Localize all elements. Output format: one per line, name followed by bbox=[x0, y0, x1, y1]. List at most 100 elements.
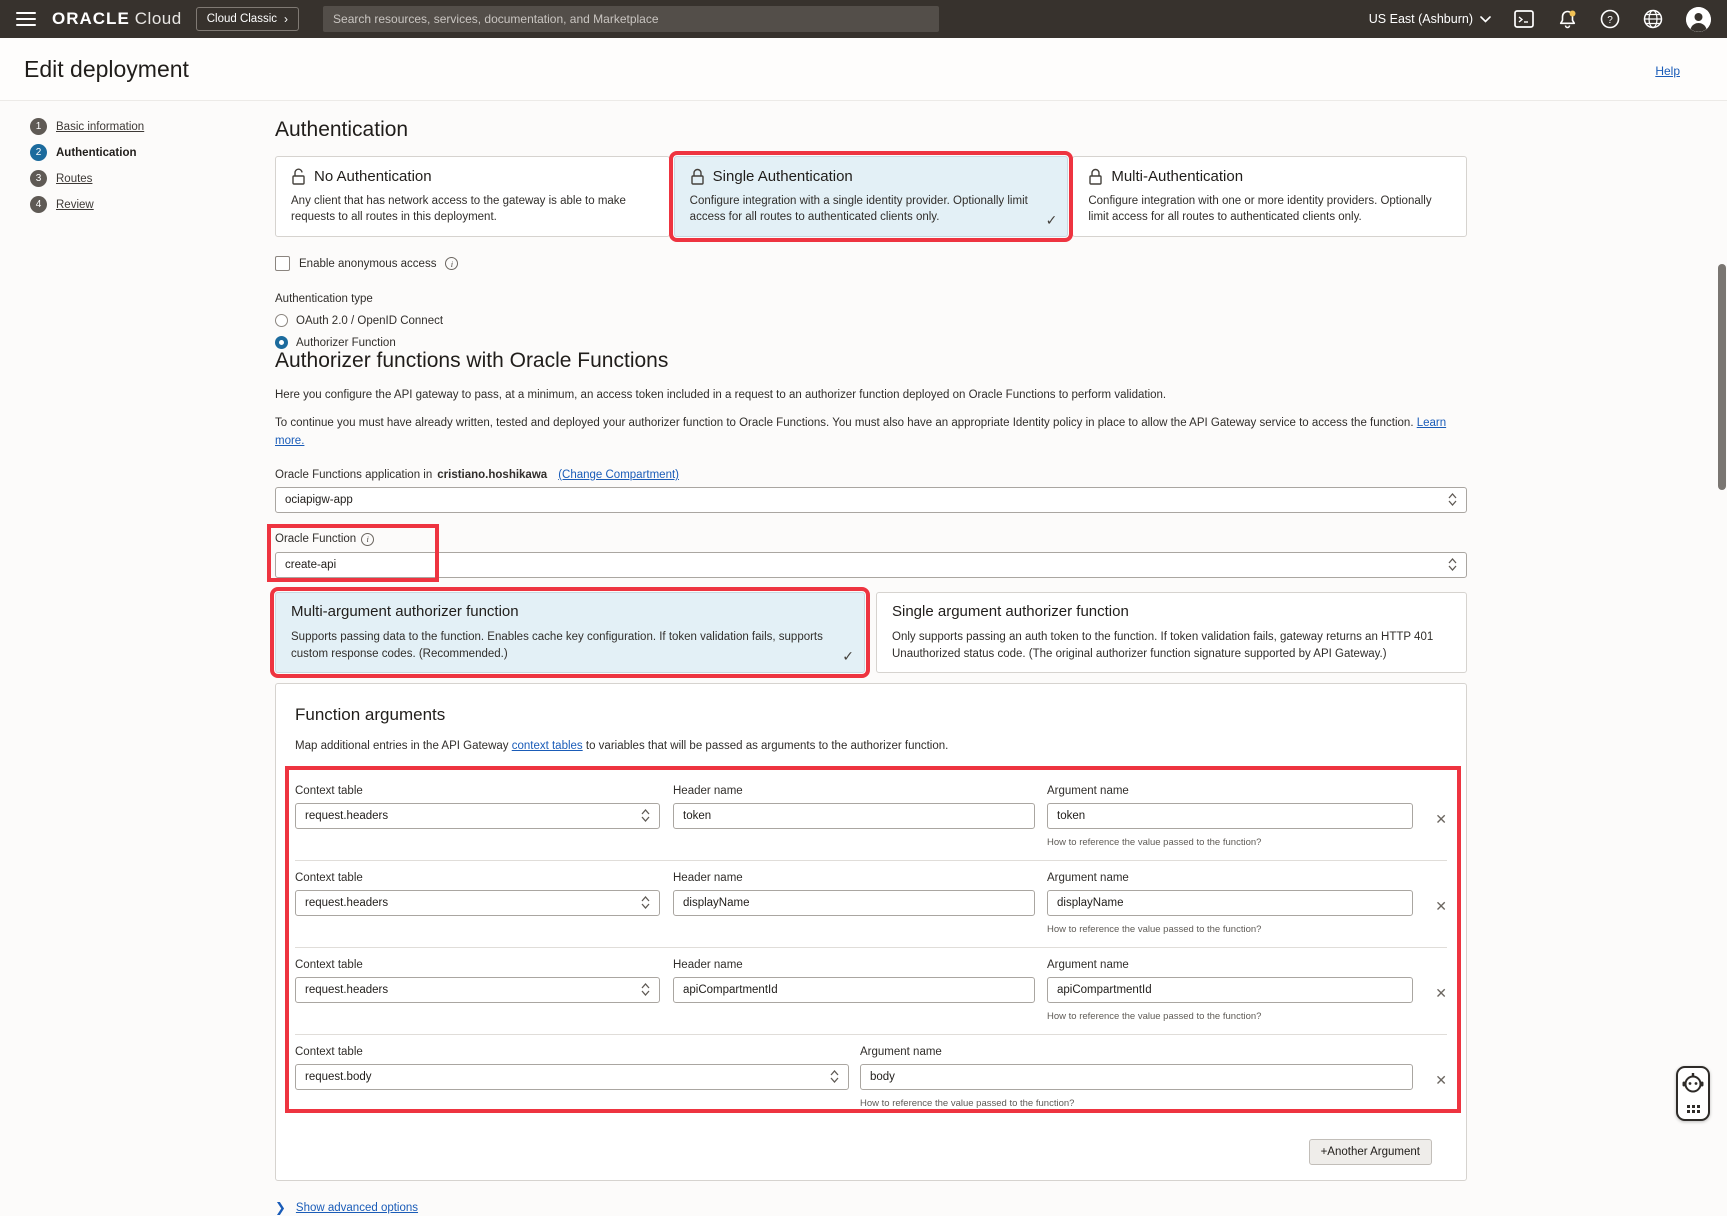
vertical-scrollbar[interactable] bbox=[1718, 264, 1726, 490]
argument-name-input[interactable] bbox=[1047, 890, 1413, 916]
context-table-select[interactable]: request.headers bbox=[295, 890, 660, 916]
step-review[interactable]: 4 Review bbox=[30, 196, 144, 213]
select-value: request.headers bbox=[305, 984, 641, 996]
show-advanced-options-link[interactable]: Show advanced options bbox=[296, 1202, 418, 1214]
context-table-label: Context table bbox=[295, 872, 660, 884]
card-title: Multi-argument authorizer function bbox=[291, 603, 849, 620]
context-table-label: Context table bbox=[295, 785, 660, 797]
user-avatar[interactable] bbox=[1686, 7, 1711, 32]
radio-selected-icon[interactable] bbox=[275, 336, 288, 349]
card-single-argument-authorizer[interactable]: Single argument authorizer function Only… bbox=[876, 592, 1467, 673]
step-number: 2 bbox=[30, 144, 47, 161]
select-stepper-icon bbox=[830, 1070, 839, 1083]
another-argument-button[interactable]: +Another Argument bbox=[1309, 1139, 1432, 1165]
radio-authorizer-function[interactable]: Authorizer Function bbox=[275, 336, 1467, 349]
remove-argument-icon[interactable]: ✕ bbox=[1435, 986, 1447, 1000]
authentication-type-label: Authentication type bbox=[275, 293, 1467, 305]
header-name-label: Header name bbox=[673, 785, 1035, 797]
step-number: 1 bbox=[30, 118, 47, 135]
context-table-select[interactable]: request.body bbox=[295, 1064, 849, 1090]
argument-helper-text: How to reference the value passed to the… bbox=[1047, 837, 1413, 848]
select-value: create-api bbox=[285, 559, 1448, 571]
cloud-shell-icon[interactable] bbox=[1514, 9, 1534, 29]
step-label[interactable]: Review bbox=[56, 199, 94, 211]
remove-argument-icon[interactable]: ✕ bbox=[1435, 1073, 1447, 1087]
oracle-function-label: Oracle Function i bbox=[275, 533, 1467, 546]
argument-name-label: Argument name bbox=[860, 1046, 1413, 1058]
info-icon[interactable]: i bbox=[445, 257, 458, 270]
card-multi-authentication[interactable]: Multi-Authentication Configure integrati… bbox=[1072, 156, 1467, 237]
argument-name-input[interactable] bbox=[1047, 803, 1413, 829]
robot-icon bbox=[1682, 1073, 1704, 1097]
argument-row: Context table request.body Argument name… bbox=[295, 1034, 1447, 1121]
context-table-select[interactable]: request.headers bbox=[295, 977, 660, 1003]
assistant-launcher-button[interactable] bbox=[1676, 1066, 1710, 1121]
lock-icon bbox=[1088, 168, 1103, 185]
remove-argument-icon[interactable]: ✕ bbox=[1435, 899, 1447, 913]
context-tables-link[interactable]: context tables bbox=[512, 740, 583, 752]
argument-name-input[interactable] bbox=[860, 1064, 1413, 1090]
search-input[interactable] bbox=[323, 6, 939, 32]
select-value: ociapigw-app bbox=[285, 494, 1448, 506]
argument-row: Context table request.headers Header nam… bbox=[295, 774, 1447, 860]
help-link[interactable]: Help bbox=[1655, 64, 1680, 78]
card-description: Any client that has network access to th… bbox=[291, 193, 654, 225]
card-no-authentication[interactable]: No Authentication Any client that has ne… bbox=[275, 156, 670, 237]
select-stepper-icon bbox=[641, 983, 650, 996]
header-name-input[interactable] bbox=[673, 890, 1035, 916]
brand-cloud: Cloud bbox=[135, 9, 182, 29]
card-single-authentication[interactable]: Single Authentication Configure integrat… bbox=[674, 156, 1069, 237]
wizard-steps: 1 Basic information 2 Authentication 3 R… bbox=[30, 118, 144, 222]
argument-row: Context table request.headers Header nam… bbox=[295, 860, 1447, 947]
argument-name-label: Argument name bbox=[1047, 785, 1413, 797]
enable-anonymous-access-checkbox[interactable] bbox=[275, 256, 290, 271]
header-name-input[interactable] bbox=[673, 803, 1035, 829]
card-description: Only supports passing an auth token to t… bbox=[892, 629, 1451, 662]
step-label[interactable]: Routes bbox=[56, 173, 92, 185]
step-number: 3 bbox=[30, 170, 47, 187]
remove-argument-icon[interactable]: ✕ bbox=[1435, 812, 1447, 826]
functions-application-label: Oracle Functions application in cristian… bbox=[275, 469, 1467, 481]
select-stepper-icon bbox=[1448, 558, 1457, 571]
argument-name-label: Argument name bbox=[1047, 959, 1413, 971]
functions-application-select[interactable]: ociapigw-app bbox=[275, 487, 1467, 513]
language-globe-icon[interactable] bbox=[1643, 9, 1663, 29]
brand-oracle: ORACLE bbox=[52, 9, 130, 29]
change-compartment-link[interactable]: (Change Compartment) bbox=[558, 469, 679, 481]
radio-oauth-openid[interactable]: OAuth 2.0 / OpenID Connect bbox=[275, 314, 1467, 327]
cloud-classic-button[interactable]: Cloud Classic › bbox=[196, 7, 299, 31]
argument-name-input[interactable] bbox=[1047, 977, 1413, 1003]
chevron-right-icon[interactable]: ❯ bbox=[275, 1200, 286, 1216]
card-title: Single Authentication bbox=[713, 168, 853, 185]
lock-icon bbox=[690, 168, 705, 185]
step-basic-information[interactable]: 1 Basic information bbox=[30, 118, 144, 135]
enable-anonymous-access-label: Enable anonymous access bbox=[299, 258, 436, 270]
argument-helper-text: How to reference the value passed to the… bbox=[1047, 924, 1413, 935]
card-multi-argument-authorizer[interactable]: Multi-argument authorizer function Suppo… bbox=[275, 592, 865, 673]
oracle-function-select[interactable]: create-api bbox=[275, 552, 1467, 578]
step-routes[interactable]: 3 Routes bbox=[30, 170, 144, 187]
function-arguments-description: Map additional entries in the API Gatewa… bbox=[295, 738, 1447, 755]
help-icon[interactable]: ? bbox=[1600, 9, 1620, 29]
header-name-input[interactable] bbox=[673, 977, 1035, 1003]
info-icon[interactable]: i bbox=[361, 533, 374, 546]
radio-icon[interactable] bbox=[275, 314, 288, 327]
step-label[interactable]: Basic information bbox=[56, 121, 144, 133]
authorizer-mode-cards: Multi-argument authorizer function Suppo… bbox=[275, 592, 1467, 673]
radio-label: OAuth 2.0 / OpenID Connect bbox=[296, 315, 443, 327]
cloud-classic-label: Cloud Classic bbox=[207, 13, 277, 25]
argument-helper-text: How to reference the value passed to the… bbox=[1047, 1011, 1413, 1022]
menu-icon[interactable] bbox=[16, 12, 36, 26]
notifications-bell-icon[interactable] bbox=[1557, 9, 1577, 29]
context-table-label: Context table bbox=[295, 959, 660, 971]
region-label: US East (Ashburn) bbox=[1369, 12, 1473, 26]
header-name-label: Header name bbox=[673, 959, 1035, 971]
context-table-select[interactable]: request.headers bbox=[295, 803, 660, 829]
oracle-cloud-logo[interactable]: ORACLE Cloud bbox=[52, 9, 182, 29]
authorizer-description-1: Here you configure the API gateway to pa… bbox=[275, 387, 1467, 404]
authorizer-section-title: Authorizer functions with Oracle Functio… bbox=[275, 349, 1467, 373]
function-arguments-panel: Function arguments Map additional entrie… bbox=[275, 683, 1467, 1180]
step-authentication[interactable]: 2 Authentication bbox=[30, 144, 144, 161]
card-title: No Authentication bbox=[314, 168, 432, 185]
region-selector[interactable]: US East (Ashburn) bbox=[1369, 12, 1491, 26]
